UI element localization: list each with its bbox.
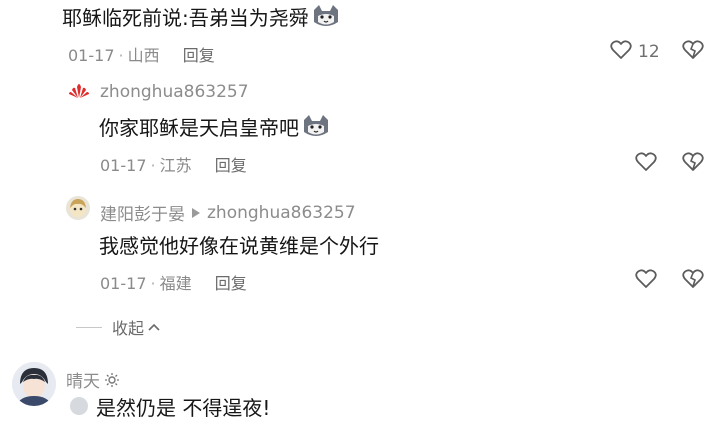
- comment-2-username-text: zhonghua863257: [100, 82, 249, 102]
- comment-1-date: 01-17: [68, 46, 115, 65]
- comment-1-dislike-button[interactable]: [682, 40, 704, 64]
- comment-1-location: 山西: [127, 46, 160, 65]
- weather-badge-icon: [104, 372, 120, 388]
- comment-2-text: 你家耶稣是天启皇帝吧: [99, 116, 299, 140]
- comment-1-reply-button[interactable]: 回复: [183, 46, 215, 65]
- comment-1-like-button[interactable]: 12: [610, 40, 660, 64]
- avatar-huawei[interactable]: [68, 82, 90, 104]
- comment-2-row: 你家耶稣是天启皇帝吧: [99, 112, 331, 145]
- comment-2-date: 01-17: [100, 156, 147, 175]
- comment-3-like-button[interactable]: [635, 269, 657, 293]
- comment-2-location: 江苏: [159, 156, 192, 175]
- comment-3-username-text: 建阳彭于晏: [100, 205, 185, 225]
- comment-1-row: 耶稣临死前说:吾弟当为尧舜: [62, 2, 341, 35]
- comment-3-row: 我感觉他好像在说黄维是个外行: [99, 230, 379, 259]
- cat-emoji-icon: [311, 4, 341, 35]
- reply-arrow-icon: [191, 207, 201, 219]
- avatar-image: [70, 199, 86, 217]
- comment-2-meta: 01-17 · 江苏 回复: [100, 152, 247, 176]
- comment-3-dislike-button[interactable]: [682, 269, 704, 293]
- comment-1-text: 耶稣临死前说:吾弟当为尧舜: [62, 6, 309, 30]
- collapse-divider: [76, 326, 102, 328]
- broken-heart-icon: [682, 152, 704, 176]
- meta-separator: ·: [150, 274, 156, 293]
- comment-3-reply-to[interactable]: zhonghua863257: [207, 203, 356, 223]
- comment-2-username[interactable]: zhonghua863257: [100, 82, 249, 102]
- meta-separator: ·: [150, 156, 156, 175]
- avatar-jianyang[interactable]: [66, 196, 90, 220]
- comment-3-reply-button[interactable]: 回复: [215, 274, 247, 293]
- comment-3-meta: 01-17 · 福建 回复: [100, 270, 247, 294]
- avatar-qingtian[interactable]: [12, 362, 56, 406]
- chevron-up-icon: [148, 323, 160, 331]
- meta-separator: ·: [118, 46, 124, 65]
- comment-1-like-count: 12: [638, 42, 660, 62]
- comment-2-dislike-button[interactable]: [682, 152, 704, 176]
- huawei-logo-icon: [69, 84, 89, 98]
- comment-3-text: 我感觉他好像在说黄维是个外行: [99, 234, 379, 258]
- comment-1-meta: 01-17 · 山西 回复: [68, 42, 215, 66]
- heart-icon: [610, 40, 632, 64]
- comment-4-username-text: 晴天: [66, 372, 100, 392]
- broken-heart-icon: [682, 269, 704, 293]
- avatar-image: [12, 362, 56, 406]
- heart-icon: [635, 269, 657, 293]
- comment-4-text: 是然仍是 不得逞夜!: [96, 396, 271, 420]
- comment-2-like-button[interactable]: [635, 152, 657, 176]
- comment-3-username[interactable]: 建阳彭于晏 zhonghua863257: [100, 200, 356, 226]
- quote-avatar-small: [70, 397, 88, 415]
- comment-3-date: 01-17: [100, 274, 147, 293]
- comment-4-username[interactable]: 晴天: [66, 367, 120, 392]
- cat-emoji-icon: [301, 114, 331, 145]
- collapse-replies-button[interactable]: 收起: [76, 315, 160, 339]
- comment-2-reply-button[interactable]: 回复: [215, 156, 247, 175]
- heart-icon: [635, 152, 657, 176]
- broken-heart-icon: [682, 40, 704, 64]
- comment-3-location: 福建: [159, 274, 192, 293]
- collapse-label: 收起: [112, 319, 145, 338]
